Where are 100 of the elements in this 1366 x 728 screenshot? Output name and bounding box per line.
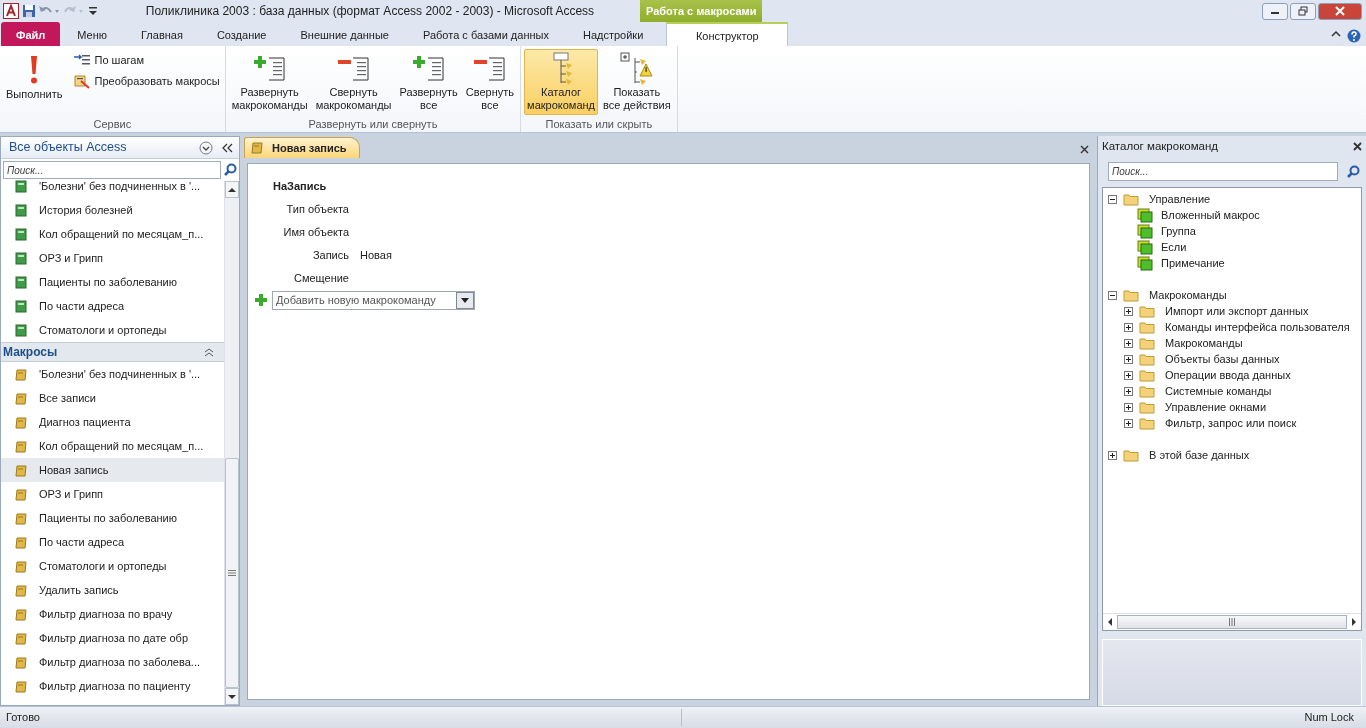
add-action-dropdown[interactable]: Добавить новую макрокоманду — [272, 290, 475, 310]
ribbon-tab[interactable]: Главная — [124, 22, 200, 46]
macro-scroll-icon — [15, 415, 27, 429]
save-icon[interactable] — [21, 4, 36, 18]
expand-toggle[interactable] — [1124, 338, 1133, 348]
expand-toggle[interactable] — [1124, 418, 1133, 428]
ribbon-button[interactable]: Развернуть все — [396, 49, 461, 115]
nav-item[interactable]: Все записи — [1, 386, 224, 410]
shutter-icon[interactable] — [221, 141, 235, 154]
expand-toggle[interactable] — [1124, 386, 1133, 396]
folder-label[interactable]: Фильтр, запрос или поиск — [1165, 415, 1297, 432]
collapse-toggle[interactable] — [1108, 194, 1117, 204]
action-label[interactable]: Если — [1161, 239, 1187, 256]
folder-icon — [1139, 352, 1155, 367]
search-icon[interactable] — [1346, 164, 1360, 179]
folder-label[interactable]: Управление — [1149, 191, 1211, 208]
expand-toggle[interactable] — [1124, 354, 1133, 364]
ribbon-tab[interactable]: Файл — [1, 22, 61, 46]
folder-icon — [1139, 384, 1155, 399]
scrollbar-thumb[interactable] — [1117, 615, 1347, 630]
collapse-icon — [472, 54, 507, 84]
macro-scroll-icon — [15, 439, 27, 453]
action-icon — [1137, 239, 1153, 255]
add-icon[interactable] — [254, 293, 268, 307]
nav-item[interactable]: По части адреса — [1, 294, 224, 318]
restore-button[interactable] — [1290, 2, 1316, 20]
folder-label[interactable]: В этой базе данных — [1149, 447, 1250, 464]
action-label[interactable]: Вложенный макрос — [1161, 207, 1260, 224]
ribbon-button[interactable]: Развернуть макрокоманды — [228, 49, 311, 115]
nav-item[interactable]: Пациенты по заболеванию — [1, 270, 224, 294]
ribbon-tab[interactable]: Меню — [60, 22, 124, 46]
nav-item[interactable]: Фильтр диагноза по дате обр — [1, 626, 224, 650]
macro-scroll-icon — [15, 511, 27, 525]
grip-icon — [1229, 618, 1235, 627]
left-arrow-icon[interactable] — [1107, 618, 1113, 627]
scroll-down-button[interactable] — [225, 688, 239, 705]
nav-item[interactable]: Диагноз пациента — [1, 410, 224, 434]
expand-toggle[interactable] — [1124, 306, 1133, 316]
ribbon-tab[interactable]: Работа с базами данных — [405, 22, 566, 46]
folder-label[interactable]: Управление окнами — [1165, 399, 1267, 416]
ribbon-button[interactable]: По шагам — [71, 51, 222, 70]
ribbon-tab[interactable]: Конструктор — [666, 22, 789, 46]
folder-label[interactable]: Макрокоманды — [1149, 287, 1227, 304]
nav-item[interactable]: Фильтр диагноза по пациенту — [1, 674, 224, 698]
search-icon[interactable] — [223, 163, 237, 177]
nav-item[interactable]: История болезней — [1, 198, 224, 222]
folder-label[interactable]: Импорт или экспорт данных — [1165, 303, 1309, 320]
action-label[interactable]: Группа — [1161, 223, 1196, 240]
customize-icon[interactable] — [87, 4, 98, 18]
collapse-section-icon[interactable] — [204, 347, 214, 357]
right-arrow-icon[interactable] — [1351, 618, 1357, 627]
nav-item[interactable]: 'Болезни' без подчиненных в '... — [1, 362, 224, 386]
folder-label[interactable]: Объекты базы данных — [1165, 351, 1280, 368]
down-arrow-icon — [228, 693, 236, 700]
nav-item[interactable]: Новая запись — [1, 458, 224, 482]
close-icon[interactable] — [1353, 141, 1362, 151]
ribbon-button[interactable]: Свернуть макрокоманды — [312, 49, 395, 115]
ribbon-button[interactable]: Преобразовать макросы — [71, 71, 222, 90]
help-icon[interactable] — [1346, 29, 1361, 44]
minimize-button[interactable] — [1262, 2, 1288, 20]
folder-label[interactable]: Операции ввода данных — [1165, 367, 1291, 384]
scroll-up-button[interactable] — [225, 181, 239, 198]
dropdown-icon[interactable] — [199, 140, 213, 155]
close-tab-button[interactable] — [1080, 145, 1089, 154]
plus-icon — [1125, 323, 1132, 331]
nav-item[interactable]: Фильтр диагноза по заболева... — [1, 650, 224, 674]
nav-item[interactable]: ОРЗ и Грипп — [1, 482, 224, 506]
expand-toggle[interactable] — [1124, 322, 1133, 332]
search-field[interactable]: Поиск... — [3, 161, 221, 179]
ribbon-button[interactable]: Свернуть все — [462, 49, 518, 115]
expand-toggle[interactable] — [1108, 450, 1117, 460]
ribbon-tab[interactable]: Внешние данные — [283, 22, 406, 46]
macro-scroll-icon — [15, 463, 27, 477]
close-button[interactable] — [1318, 2, 1362, 20]
macro-scroll-icon — [15, 391, 27, 405]
nav-item[interactable]: Стоматологи и ортопеды — [1, 318, 224, 342]
nav-item[interactable]: Удалить запись — [1, 578, 224, 602]
ribbon-button[interactable]: Выполнить — [3, 49, 66, 115]
scrollbar-thumb[interactable] — [225, 458, 239, 688]
nav-item[interactable]: Кол обращений по месяцам_п... — [1, 434, 224, 458]
folder-label[interactable]: Макрокоманды — [1165, 335, 1243, 352]
ribbon-button[interactable]: Каталог макрокоманд — [524, 49, 599, 115]
ribbon-tab[interactable]: Создание — [199, 22, 284, 46]
macro-scroll-icon — [15, 655, 27, 669]
nav-item[interactable]: Пациенты по заболеванию — [1, 506, 224, 530]
nav-item[interactable]: Фильтр диагноза по врачу — [1, 602, 224, 626]
nav-item[interactable]: Стоматологи и ортопеды — [1, 554, 224, 578]
collapse-toggle[interactable] — [1108, 290, 1117, 300]
ribbon-button[interactable]: Показать все действия — [600, 49, 674, 115]
ribbon-tab[interactable]: Надстройки — [565, 22, 661, 46]
nav-item[interactable]: ОРЗ и Грипп — [1, 246, 224, 270]
action-label[interactable]: Примечание — [1161, 255, 1225, 272]
nav-item[interactable]: Кол обращений по месяцам_п... — [1, 222, 224, 246]
expand-toggle[interactable] — [1124, 370, 1133, 380]
nav-item[interactable]: По части адреса — [1, 530, 224, 554]
folder-label[interactable]: Команды интерфейса пользователя — [1165, 319, 1350, 336]
document-tab[interactable]: Новая запись — [244, 137, 360, 158]
folder-label[interactable]: Системные команды — [1165, 383, 1272, 400]
expand-toggle[interactable] — [1124, 402, 1133, 412]
search-field[interactable]: Поиск... — [1108, 162, 1338, 182]
